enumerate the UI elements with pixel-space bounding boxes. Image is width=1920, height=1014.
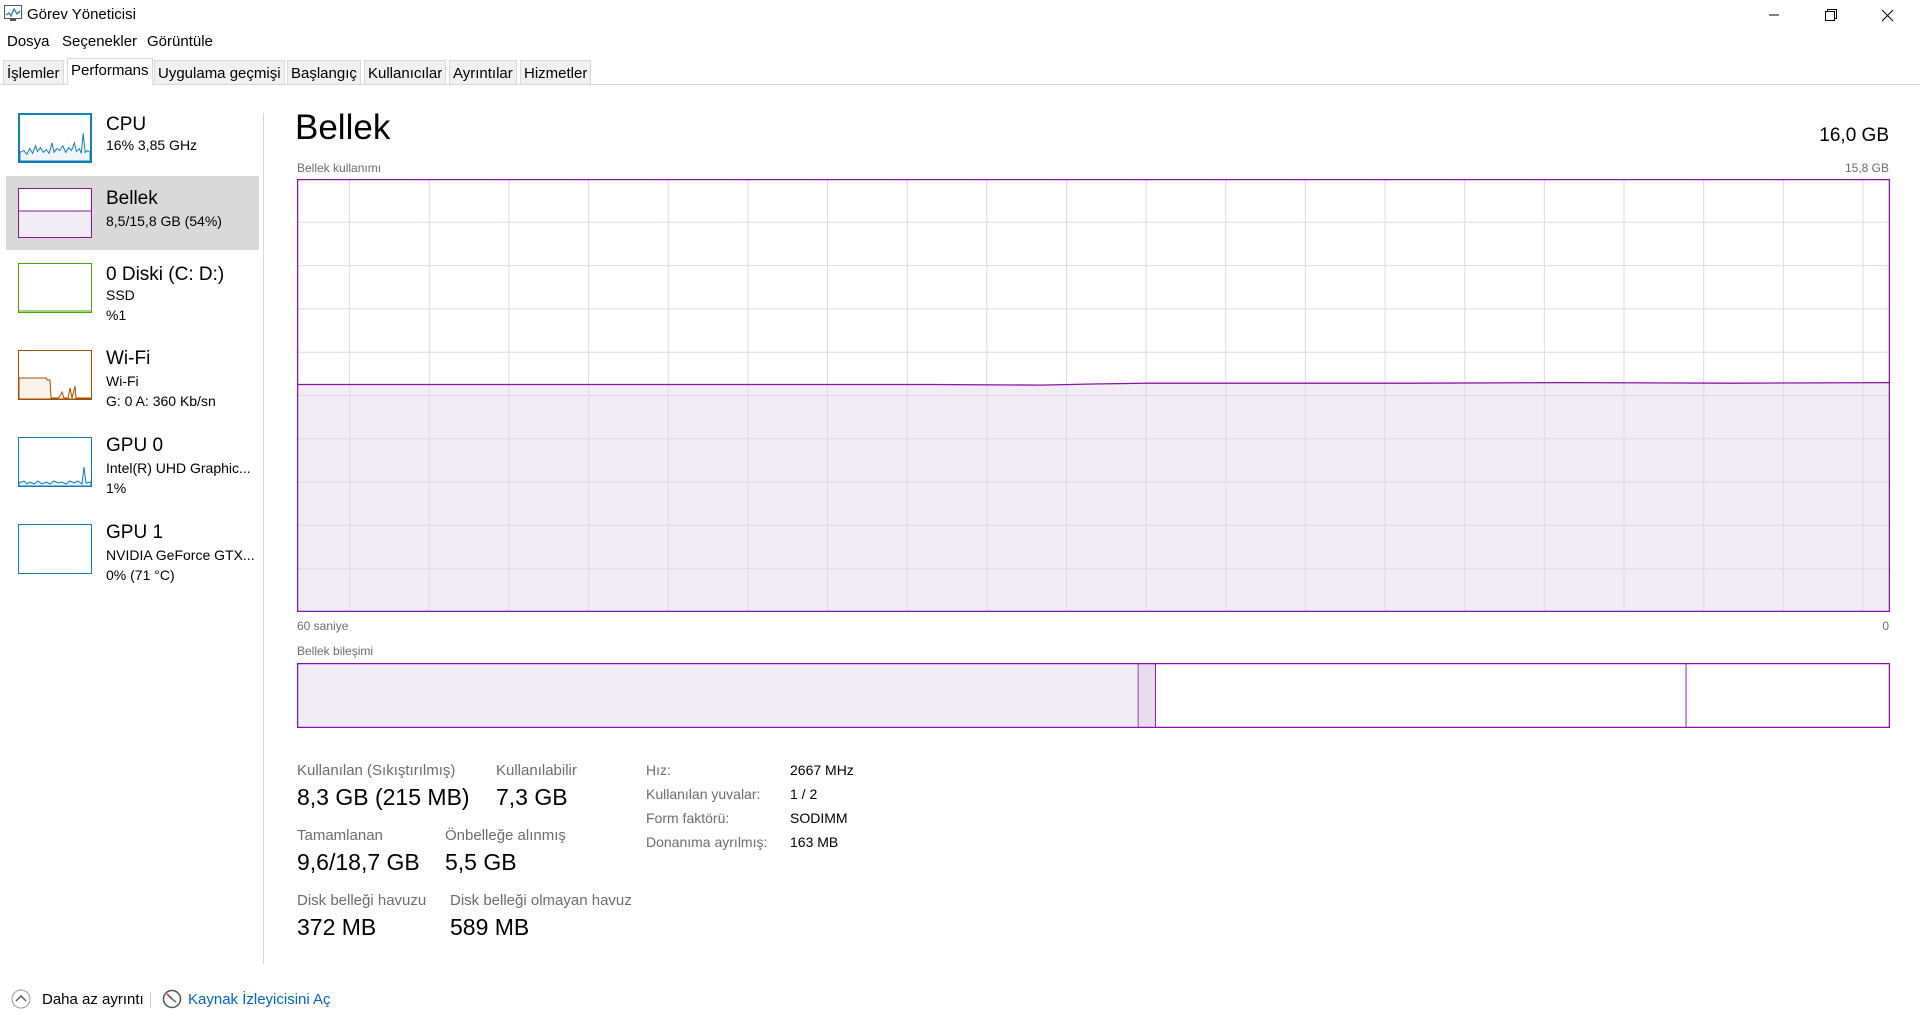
composition-segment	[1155, 663, 1687, 728]
composition-label: Bellek bileşimi	[297, 644, 374, 658]
detail-hardware-reserved-label: Donanıma ayrılmış:	[646, 834, 768, 850]
detail-slots-value: 1 / 2	[790, 786, 818, 802]
sidebar-item-gpu0-usage: 1%	[106, 480, 127, 496]
tab-details[interactable]: Ayrıntılar	[449, 60, 517, 84]
restore-icon	[1824, 9, 1837, 21]
sidebar-item-disk[interactable]: 0 Diski (C: D:) SSD %1	[6, 256, 259, 332]
stat-paged-pool-value: 372 MB	[297, 914, 377, 940]
sidebar-item-wifi[interactable]: Wi-Fi Wi-Fi G: 0 A: 360 Kb/sn	[6, 343, 259, 419]
resource-monitor-icon	[162, 989, 182, 1009]
task-manager-icon	[4, 5, 22, 21]
detail-form-factor-value: SODIMM	[790, 810, 848, 826]
composition-segment	[1137, 663, 1156, 728]
stat-in-use-label: Kullanılan (Sıkıştırılmış)	[297, 762, 456, 779]
stat-paged-pool-label: Disk belleği havuzu	[297, 892, 427, 909]
detail-speed-label: Hız:	[646, 762, 671, 778]
tab-divider	[0, 84, 1920, 85]
time-end-label: 0	[1882, 619, 1889, 633]
usage-graph-max: 15,8 GB	[1844, 161, 1889, 175]
memory-total: 16,0 GB	[1819, 125, 1889, 146]
sidebar-item-cpu-usage: 16% 3,85 GHz	[106, 137, 198, 153]
time-span-label: 60 saniye	[297, 619, 349, 633]
title-bar: Görev Yöneticisi	[0, 0, 1920, 30]
stat-committed-value: 9,6/18,7 GB	[297, 849, 420, 875]
minimize-icon	[1768, 14, 1779, 16]
stat-nonpaged-pool-value: 589 MB	[450, 914, 530, 940]
sidebar-item-wifi-name: Wi-Fi	[106, 348, 151, 369]
sidebar-item-gpu0-name: GPU 0	[106, 435, 164, 456]
disk-thumbnail-graph	[18, 263, 92, 313]
minimize-button[interactable]	[1745, 0, 1802, 30]
stat-nonpaged-pool-label: Disk belleği olmayan havuz	[450, 892, 632, 909]
fewer-details-button[interactable]: Daha az ayrıntı	[42, 991, 144, 1008]
detail-hardware-reserved-value: 163 MB	[790, 834, 839, 850]
gpu0-thumbnail-graph	[18, 437, 92, 487]
footer: Daha az ayrıntı Kaynak İzleyicisini Aç	[0, 984, 400, 1014]
tab-app-history[interactable]: Uygulama geçmişi	[154, 60, 285, 84]
stat-available-label: Kullanılabilir	[496, 762, 577, 779]
open-resource-monitor-link[interactable]: Kaynak İzleyicisini Aç	[188, 991, 331, 1008]
sidebar-item-wifi-adapter: Wi-Fi	[106, 373, 139, 389]
page-title: Bellek	[295, 108, 391, 147]
usage-graph-label: Bellek kullanımı	[297, 161, 382, 175]
chevron-up-icon[interactable]	[11, 989, 31, 1009]
sidebar-item-gpu0-model: Intel(R) UHD Graphic...	[106, 460, 251, 476]
tab-performance[interactable]: Performans	[67, 58, 153, 85]
stat-available-value: 7,3 GB	[496, 784, 568, 810]
menu-file[interactable]: Dosya	[7, 33, 50, 50]
stat-in-use-value: 8,3 GB (215 MB)	[297, 784, 470, 810]
composition-segment	[1685, 663, 1890, 728]
sidebar-item-disk-type: SSD	[106, 287, 135, 303]
footer-separator	[150, 992, 151, 1008]
detail-speed-value: 2667 MHz	[790, 762, 854, 778]
sidebar-item-memory-usage: 8,5/15,8 GB (54%)	[106, 213, 222, 229]
window-title: Görev Yöneticisi	[27, 6, 136, 23]
stat-cached-value: 5,5 GB	[445, 849, 517, 875]
close-icon	[1881, 9, 1894, 21]
sidebar-item-disk-name: 0 Diski (C: D:)	[106, 264, 225, 285]
sidebar-item-cpu[interactable]: CPU 16% 3,85 GHz	[6, 106, 259, 170]
restore-button[interactable]	[1802, 0, 1859, 30]
tab-services[interactable]: Hizmetler	[520, 60, 592, 84]
sidebar-item-gpu1-name: GPU 1	[106, 522, 164, 543]
wifi-thumbnail-graph	[18, 350, 92, 400]
composition-segment	[297, 663, 1139, 728]
sidebar-item-memory[interactable]: Bellek 8,5/15,8 GB (54%)	[6, 176, 259, 250]
sidebar-item-cpu-name: CPU	[106, 114, 147, 135]
memory-usage-graph	[297, 179, 1890, 612]
detail-form-factor-label: Form faktörü:	[646, 810, 730, 826]
tab-startup[interactable]: Başlangıç	[287, 60, 361, 84]
tab-users[interactable]: Kullanıcılar	[364, 60, 447, 84]
stat-committed-label: Tamamlanan	[297, 827, 383, 844]
sidebar-item-wifi-throughput: G: 0 A: 360 Kb/sn	[106, 393, 216, 409]
sidebar-item-gpu1[interactable]: GPU 1 NVIDIA GeForce GTX... 0% (71 °C)	[6, 517, 259, 589]
sidebar-divider	[263, 113, 264, 964]
close-button[interactable]	[1859, 0, 1916, 30]
sidebar-item-gpu1-model: NVIDIA GeForce GTX...	[106, 547, 255, 563]
sidebar-item-memory-name: Bellek	[106, 188, 158, 209]
tab-processes[interactable]: İşlemler	[3, 60, 64, 84]
sidebar-item-gpu0[interactable]: GPU 0 Intel(R) UHD Graphic... 1%	[6, 430, 259, 506]
sidebar-item-gpu1-usage: 0% (71 °C)	[106, 567, 175, 583]
sidebar-item-disk-usage: %1	[106, 307, 127, 323]
menu-options[interactable]: Seçenekler	[62, 33, 137, 50]
menu-view[interactable]: Görüntüle	[147, 33, 213, 50]
stat-cached-label: Önbelleğe alınmış	[445, 827, 566, 844]
cpu-thumbnail-graph	[18, 113, 92, 163]
memory-thumbnail-graph	[18, 188, 92, 238]
gpu1-thumbnail-graph	[18, 524, 92, 574]
memory-composition-bar	[297, 663, 1890, 728]
detail-slots-label: Kullanılan yuvalar:	[646, 786, 761, 802]
memory-usage-area	[297, 382, 1890, 612]
